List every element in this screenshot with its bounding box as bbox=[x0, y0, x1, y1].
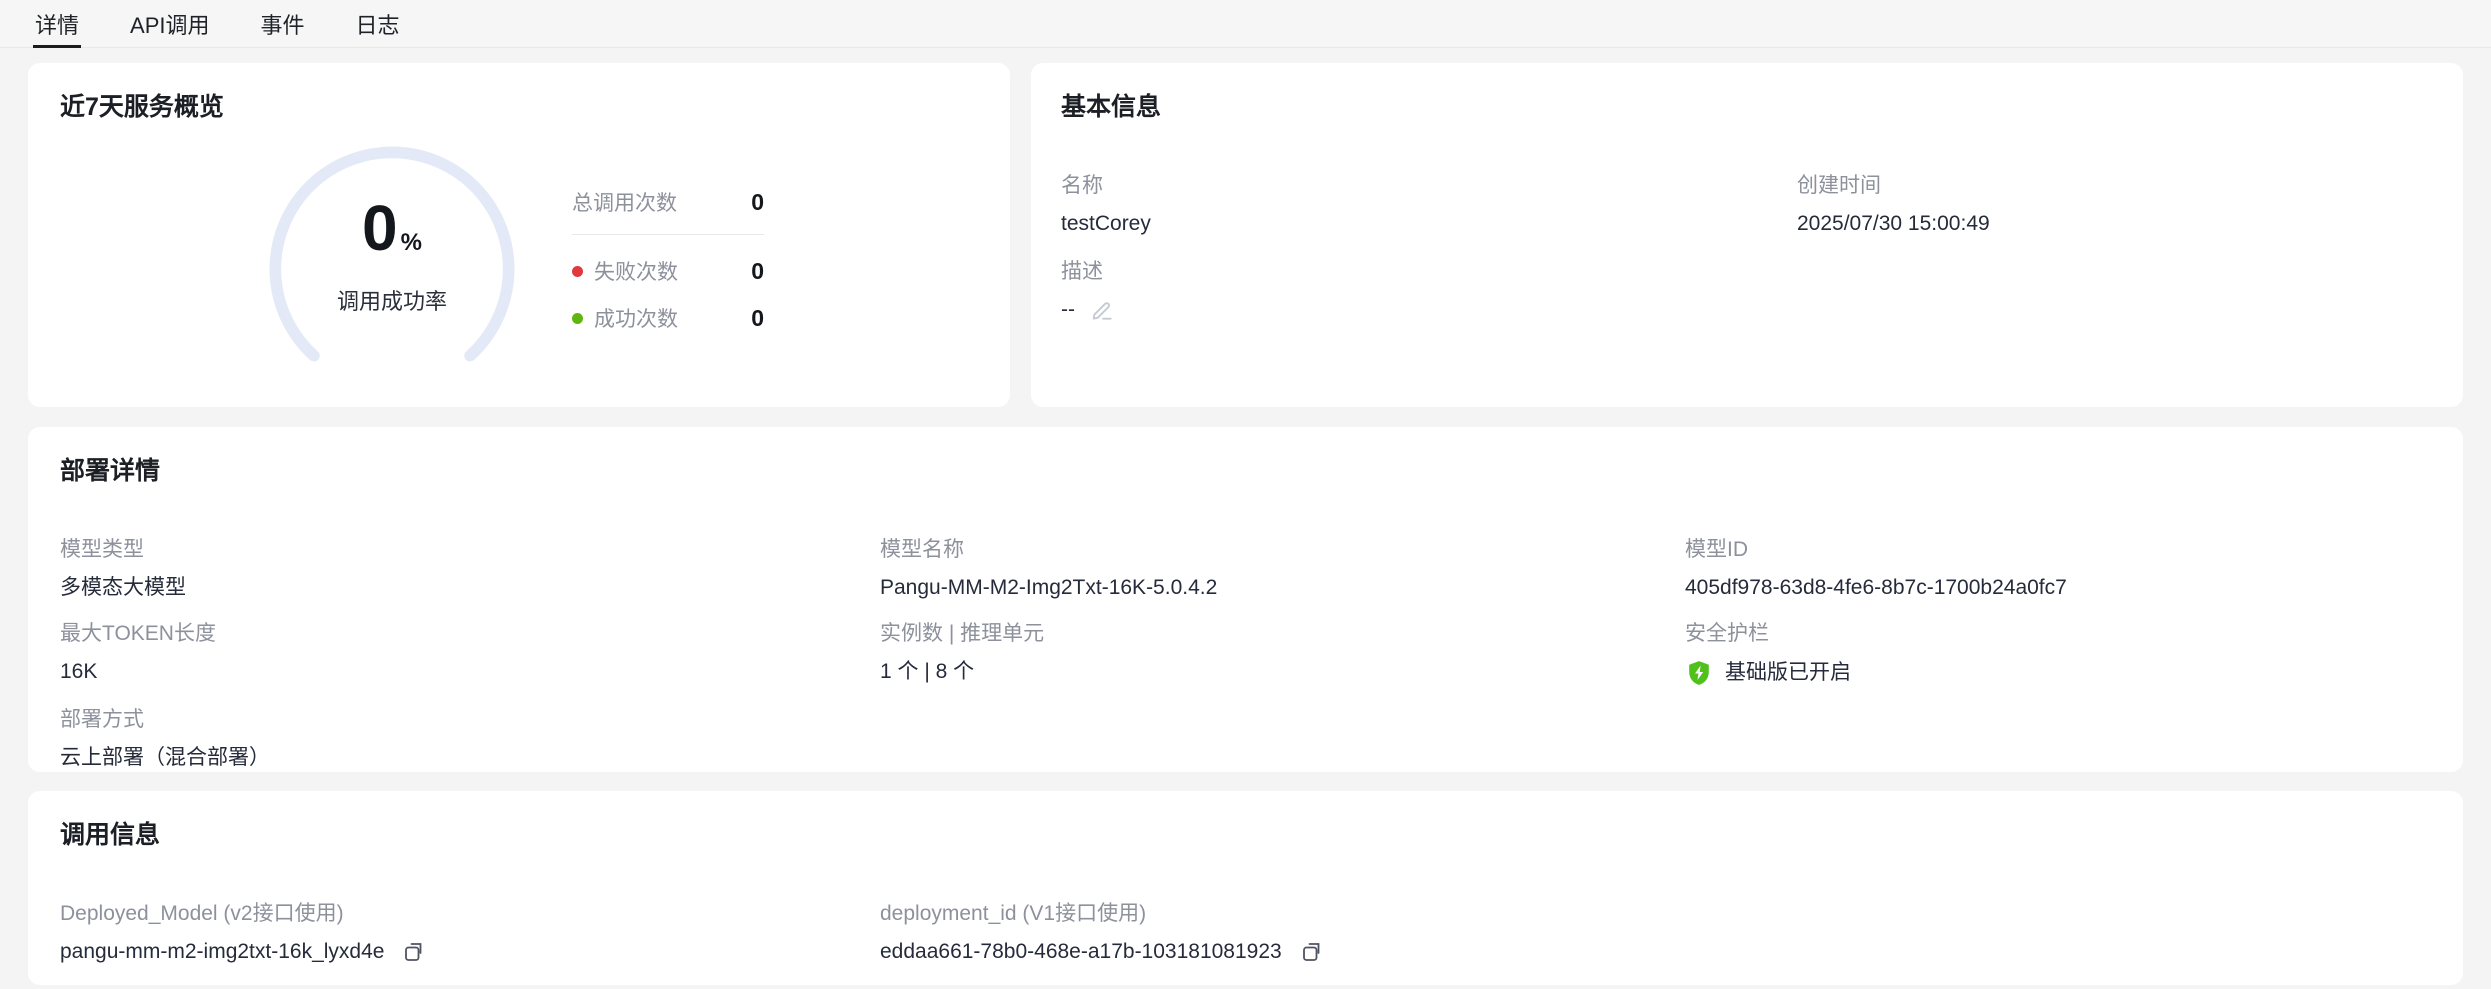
field-model-type-value: 多模态大模型 bbox=[60, 576, 186, 599]
basic-info-card: 基本信息 名称 testCorey 创建时间 2025/07/30 15:00:… bbox=[1031, 63, 2463, 407]
stat-success-label: 成功次数 bbox=[594, 308, 678, 331]
failed-dot-icon bbox=[572, 265, 583, 277]
field-deployment-id-label: deployment_id (V1接口使用) bbox=[880, 902, 1147, 925]
field-description: 描述 -- bbox=[1061, 259, 1797, 323]
deployment-details-title: 部署详情 bbox=[60, 457, 161, 485]
tab-logs-label: 日志 bbox=[355, 12, 400, 38]
call-stats: 总调用次数 0 失败次数 0 成功次数 0 bbox=[572, 187, 764, 333]
field-deployment-id-value: eddaa661-78b0-468e-a17b-103181081923 bbox=[880, 940, 1282, 963]
field-deploy-mode: 部署方式 云上部署（混合部署） bbox=[60, 707, 880, 771]
gauge-unit: % bbox=[400, 229, 422, 256]
success-rate-gauge: 0 % 调用成功率 bbox=[252, 129, 532, 409]
stat-success-value: 0 bbox=[751, 304, 764, 331]
field-created-time-label: 创建时间 bbox=[1797, 174, 1881, 197]
service-detail-page: 详情 API调用 事件 日志 近7天服务概览 0 % 调用成功率 总调用次数 0… bbox=[0, 0, 2491, 989]
field-deployed-model-label: Deployed_Model (v2接口使用) bbox=[60, 902, 344, 925]
stat-total-label: 总调用次数 bbox=[572, 192, 677, 215]
invocation-info-card: 调用信息 Deployed_Model (v2接口使用) pangu-mm-m2… bbox=[28, 791, 2463, 985]
copy-icon bbox=[1302, 943, 1320, 961]
stat-failed-label: 失败次数 bbox=[594, 261, 678, 284]
field-created-time: 创建时间 2025/07/30 15:00:49 bbox=[1797, 173, 2433, 237]
copy-icon bbox=[405, 943, 422, 961]
tab-bar: 详情 API调用 事件 日志 bbox=[0, 0, 2491, 48]
invocation-info-title: 调用信息 bbox=[60, 821, 161, 849]
field-name: 名称 testCorey bbox=[1061, 173, 1797, 237]
stat-total-calls: 总调用次数 0 bbox=[572, 187, 764, 217]
field-model-id-label: 模型ID bbox=[1685, 538, 1748, 561]
stat-total-value: 0 bbox=[751, 188, 764, 215]
field-model-name-label: 模型名称 bbox=[880, 538, 964, 561]
field-deploy-mode-label: 部署方式 bbox=[60, 708, 144, 731]
field-max-token-value: 16K bbox=[60, 660, 98, 683]
page-content: 近7天服务概览 0 % 调用成功率 总调用次数 0 失败次数 0 成功次数 0 … bbox=[0, 48, 2491, 985]
field-guardrail-label: 安全护栏 bbox=[1685, 622, 1769, 645]
tab-api-call-label: API调用 bbox=[130, 12, 210, 38]
field-model-id-value: 405df978-63d8-4fe6-8b7c-1700b24a0fc7 bbox=[1685, 576, 2067, 599]
stat-failed-calls: 失败次数 0 bbox=[572, 256, 764, 286]
edit-description-button[interactable] bbox=[1089, 297, 1115, 323]
field-model-name-value: Pangu-MM-M2-Img2Txt-16K-5.0.4.2 bbox=[880, 576, 1218, 599]
field-description-label: 描述 bbox=[1061, 260, 1103, 283]
tab-events[interactable]: 事件 bbox=[258, 0, 306, 47]
tab-events-label: 事件 bbox=[260, 12, 305, 38]
field-instances-label: 实例数 | 推理单元 bbox=[880, 622, 1045, 645]
field-model-type-label: 模型类型 bbox=[60, 538, 144, 561]
copy-deployment-id-button[interactable] bbox=[1300, 940, 1324, 964]
field-guardrail-value: 基础版已开启 bbox=[1725, 661, 1851, 684]
field-instances: 实例数 | 推理单元 1 个 | 8 个 bbox=[880, 621, 1685, 687]
success-dot-icon bbox=[572, 312, 583, 324]
tab-detail-label: 详情 bbox=[35, 12, 80, 38]
deployment-details-card: 部署详情 模型类型 多模态大模型 模型名称 Pangu-MM-M2-Img2Tx… bbox=[28, 427, 2463, 772]
copy-deployed-model-button[interactable] bbox=[402, 940, 426, 964]
stat-success-calls: 成功次数 0 bbox=[572, 303, 764, 333]
service-overview-card: 近7天服务概览 0 % 调用成功率 总调用次数 0 失败次数 0 成功次数 0 bbox=[28, 63, 1010, 407]
field-deployed-model-value: pangu-mm-m2-img2txt-16k_lyxd4e bbox=[60, 940, 385, 963]
field-max-token: 最大TOKEN长度 16K bbox=[60, 621, 880, 687]
stats-divider bbox=[572, 234, 764, 235]
field-deployed-model: Deployed_Model (v2接口使用) pangu-mm-m2-img2… bbox=[60, 901, 880, 965]
field-max-token-label: 最大TOKEN长度 bbox=[60, 622, 216, 645]
field-name-label: 名称 bbox=[1061, 174, 1103, 197]
field-description-value: -- bbox=[1061, 298, 1075, 321]
field-model-name: 模型名称 Pangu-MM-M2-Img2Txt-16K-5.0.4.2 bbox=[880, 537, 1685, 601]
overview-card-title: 近7天服务概览 bbox=[60, 93, 224, 121]
tab-logs[interactable]: 日志 bbox=[354, 0, 402, 47]
gauge-value: 0 bbox=[362, 192, 398, 264]
basic-info-title: 基本信息 bbox=[1061, 93, 1162, 121]
tab-api-call[interactable]: API调用 bbox=[128, 0, 211, 47]
field-model-type: 模型类型 多模态大模型 bbox=[60, 537, 880, 601]
gauge-caption: 调用成功率 bbox=[336, 289, 447, 314]
field-instances-value: 1 个 | 8 个 bbox=[880, 660, 975, 683]
field-model-id: 模型ID 405df978-63d8-4fe6-8b7c-1700b24a0fc… bbox=[1685, 537, 2431, 601]
field-deploy-mode-value: 云上部署（混合部署） bbox=[60, 746, 270, 769]
stat-failed-value: 0 bbox=[751, 257, 764, 284]
field-deployment-id: deployment_id (V1接口使用) eddaa661-78b0-468… bbox=[880, 901, 1685, 965]
field-created-time-value: 2025/07/30 15:00:49 bbox=[1797, 212, 1990, 235]
edit-pencil-icon bbox=[1092, 302, 1112, 320]
shield-bolt-icon bbox=[1689, 661, 1709, 685]
tab-detail[interactable]: 详情 bbox=[33, 0, 82, 48]
field-name-value: testCorey bbox=[1061, 212, 1151, 235]
field-guardrail: 安全护栏 基础版已开启 bbox=[1685, 621, 2431, 687]
